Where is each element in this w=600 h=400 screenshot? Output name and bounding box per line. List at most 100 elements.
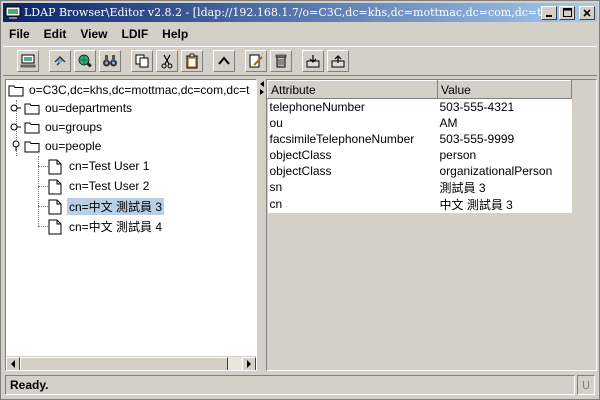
status-bar: Ready. U [3, 373, 597, 397]
tree-node-label: ou=groups [45, 120, 103, 134]
clipboard-icon [186, 53, 198, 69]
toolbar [3, 46, 597, 76]
copy-icon [135, 54, 149, 68]
attribute-name-cell[interactable]: telephoneNumber [267, 98, 438, 115]
attribute-table[interactable]: Attribute Value telephoneNumber 503-555-4… [267, 80, 572, 213]
delete-button[interactable] [270, 50, 292, 72]
tree-leaf-user[interactable]: cn=Test User 1 [48, 157, 151, 175]
attribute-name-cell[interactable]: objectClass [267, 162, 438, 179]
refresh-icon [54, 55, 66, 66]
menu-file[interactable]: File [9, 27, 30, 41]
column-header-attribute[interactable]: Attribute [267, 80, 438, 99]
scroll-thumb[interactable] [20, 357, 228, 370]
document-icon [48, 219, 64, 235]
up-button[interactable] [213, 50, 235, 72]
tree-root[interactable]: o=C3C,dc=khs,dc=mottmac,dc=com,dc=t [8, 81, 251, 99]
attribute-value-cell[interactable]: 測試員 3 [437, 178, 572, 196]
tree-node-departments[interactable]: ou=departments [10, 99, 134, 117]
table-row[interactable]: cn 中文 測試員 3 [267, 195, 572, 213]
tree-leaf-label: cn=Test User 2 [69, 179, 150, 193]
table-row[interactable]: telephoneNumber 503-555-4321 [267, 98, 572, 115]
tree-root-label: o=C3C,dc=khs,dc=mottmac,dc=com,dc=t [29, 83, 250, 97]
table-row[interactable]: objectClass person [267, 146, 572, 163]
table-row[interactable]: objectClass organizationalPerson [267, 162, 572, 179]
table-row[interactable]: facsimileTelephoneNumber 503-555-9999 [267, 130, 572, 147]
export-icon [306, 55, 320, 68]
window-title: LDAP Browser\Editor v2.8.2 - [ldap://192… [24, 6, 541, 19]
attribute-value-cell[interactable]: 中文 測試員 3 [437, 195, 572, 213]
attribute-table-pane: Attribute Value telephoneNumber 503-555-4… [266, 79, 597, 371]
document-icon [48, 199, 64, 215]
status-mode: U [577, 375, 595, 395]
tree-node-label: ou=people [45, 139, 102, 153]
document-icon [48, 159, 64, 175]
attribute-name-cell[interactable]: cn [267, 195, 438, 213]
menu-view[interactable]: View [80, 27, 107, 41]
scissors-icon [161, 54, 173, 69]
folder-icon [24, 120, 40, 134]
scroll-right-button[interactable] [242, 357, 256, 370]
app-window: LDAP Browser\Editor v2.8.2 - [ldap://192… [0, 0, 600, 400]
document-icon [48, 179, 64, 195]
search-button[interactable] [74, 50, 96, 72]
menu-help[interactable]: Help [162, 27, 188, 41]
directory-tree[interactable]: o=C3C,dc=khs,dc=mottmac,dc=com,dc=t ou=d… [5, 79, 257, 371]
pane-splitter[interactable] [258, 79, 266, 371]
attribute-name-cell[interactable]: facsimileTelephoneNumber [267, 130, 438, 147]
arrow-right-icon [247, 360, 251, 368]
attribute-name-cell[interactable]: sn [267, 178, 438, 196]
attribute-value-cell[interactable]: 503-555-4321 [437, 98, 572, 115]
tree-node-label: ou=departments [45, 101, 133, 115]
scroll-left-button[interactable] [6, 357, 20, 370]
tree-node-people[interactable]: ou=people [10, 137, 103, 155]
paste-button[interactable] [181, 50, 203, 72]
expand-toggle-icon[interactable] [10, 121, 22, 133]
import-icon [331, 55, 345, 68]
chevron-up-icon [218, 56, 230, 65]
export-button[interactable] [302, 50, 324, 72]
tree-leaf-user[interactable]: cn=Test User 2 [48, 177, 151, 195]
maximize-icon [562, 8, 572, 17]
collapse-left-icon[interactable] [259, 81, 265, 87]
collapse-right-icon[interactable] [259, 89, 265, 95]
find-button[interactable] [99, 50, 121, 72]
title-bar[interactable]: LDAP Browser\Editor v2.8.2 - [ldap://192… [3, 3, 597, 22]
copy-button[interactable] [131, 50, 153, 72]
attribute-value-cell[interactable]: person [437, 146, 572, 163]
tree-leaf-user[interactable]: cn=中文 測試員 4 [48, 217, 164, 235]
menu-edit[interactable]: Edit [44, 27, 67, 41]
tree-leaf-user-selected[interactable]: cn=中文 測試員 3 [48, 197, 165, 215]
folder-icon [24, 139, 40, 153]
tree-horizontal-scrollbar[interactable] [6, 356, 256, 370]
minimize-icon [546, 14, 552, 17]
app-icon [5, 6, 21, 20]
attribute-value-cell[interactable]: 503-555-9999 [437, 130, 572, 147]
column-header-value[interactable]: Value [437, 80, 572, 99]
maximize-button[interactable] [559, 5, 575, 20]
close-icon [583, 8, 591, 17]
menu-bar: File Edit View LDIF Help [3, 24, 597, 44]
minimize-button[interactable] [541, 5, 557, 20]
tree-node-groups[interactable]: ou=groups [10, 118, 104, 136]
edit-button[interactable] [245, 50, 267, 72]
connect-button[interactable] [17, 50, 39, 72]
menu-ldif[interactable]: LDIF [121, 27, 148, 41]
cut-button[interactable] [156, 50, 178, 72]
close-button[interactable] [579, 5, 595, 20]
expand-toggle-icon[interactable] [10, 102, 22, 114]
folder-icon [8, 83, 24, 97]
refresh-button[interactable] [49, 50, 71, 72]
status-text: Ready. [5, 375, 575, 395]
import-button[interactable] [327, 50, 349, 72]
table-row[interactable]: ou AM [267, 114, 572, 131]
attribute-value-cell[interactable]: organizationalPerson [437, 162, 572, 179]
attribute-value-cell[interactable]: AM [437, 114, 572, 131]
tree-leaf-label: cn=Test User 1 [69, 159, 150, 173]
attribute-name-cell[interactable]: ou [267, 114, 438, 131]
folder-icon [24, 101, 40, 115]
table-row[interactable]: sn 測試員 3 [267, 178, 572, 196]
attribute-name-cell[interactable]: objectClass [267, 146, 438, 163]
collapse-toggle-icon[interactable] [10, 140, 22, 152]
binoculars-icon [103, 55, 117, 67]
globe-search-icon [78, 54, 92, 68]
